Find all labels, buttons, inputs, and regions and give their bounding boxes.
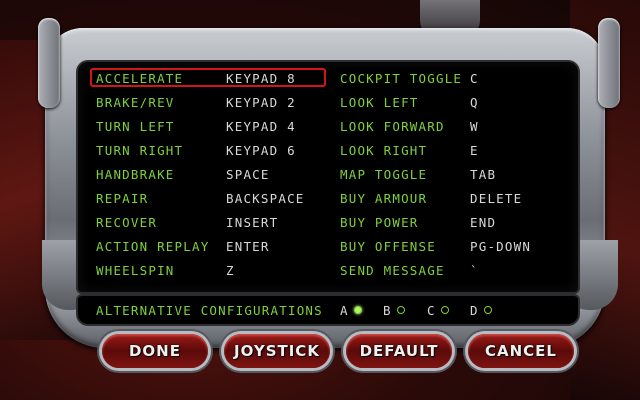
config-option-a-radio[interactable]: [354, 306, 362, 314]
control-key-buy-power[interactable]: End: [470, 215, 496, 230]
control-action-look-left[interactable]: Look Left: [340, 95, 419, 110]
control-key-turn-left[interactable]: Keypad 4: [226, 119, 296, 134]
config-option-d-label[interactable]: D: [470, 303, 478, 318]
done-button[interactable]: DONE: [102, 334, 208, 368]
cancel-button[interactable]: CANCEL: [468, 334, 574, 368]
alternative-configurations-label: Alternative configurations: [96, 303, 323, 318]
control-action-turn-right[interactable]: Turn Right: [96, 143, 183, 158]
control-key-buy-armour[interactable]: Delete: [470, 191, 522, 206]
control-key-brake[interactable]: Keypad 2: [226, 95, 296, 110]
control-key-handbrake[interactable]: Space: [226, 167, 270, 182]
config-option-b-radio[interactable]: [397, 306, 405, 314]
frame-tab-right: [598, 18, 620, 108]
control-action-look-forward[interactable]: Look Forward: [340, 119, 445, 134]
config-option-a-label[interactable]: A: [340, 303, 348, 318]
config-option-c-radio[interactable]: [441, 306, 449, 314]
control-key-wheelspin[interactable]: Z: [226, 263, 235, 278]
default-button[interactable]: DEFAULT: [346, 334, 452, 368]
control-key-look-right[interactable]: E: [470, 143, 479, 158]
control-key-buy-offense[interactable]: PG-Down: [470, 239, 531, 254]
control-action-send-message[interactable]: Send Message: [340, 263, 445, 278]
control-action-buy-offense[interactable]: Buy Offense: [340, 239, 436, 254]
control-key-turn-right[interactable]: Keypad 6: [226, 143, 296, 158]
control-key-action-replay[interactable]: Enter: [226, 239, 270, 254]
control-action-turn-left[interactable]: Turn Left: [96, 119, 175, 134]
joystick-button[interactable]: JOYSTICK: [224, 334, 330, 368]
control-key-send-message[interactable]: `: [470, 263, 479, 278]
control-action-action-replay[interactable]: Action Replay: [96, 239, 209, 254]
control-key-recover[interactable]: Insert: [226, 215, 278, 230]
frame-tab-left: [38, 18, 60, 108]
control-action-cockpit-toggle[interactable]: Cockpit Toggle: [340, 71, 462, 86]
control-action-look-right[interactable]: Look Right: [340, 143, 427, 158]
control-action-buy-armour[interactable]: Buy Armour: [340, 191, 427, 206]
control-action-accelerate[interactable]: Accelerate: [96, 71, 183, 86]
config-option-c-label[interactable]: C: [427, 303, 435, 318]
control-action-wheelspin[interactable]: Wheelspin: [96, 263, 175, 278]
control-key-map-toggle[interactable]: Tab: [470, 167, 496, 182]
control-key-look-left[interactable]: Q: [470, 95, 479, 110]
control-action-brake[interactable]: Brake/Rev: [96, 95, 175, 110]
control-action-repair[interactable]: Repair: [96, 191, 148, 206]
control-action-recover[interactable]: Recover: [96, 215, 157, 230]
control-action-map-toggle[interactable]: Map Toggle: [340, 167, 427, 182]
control-key-repair[interactable]: Backspace: [226, 191, 305, 206]
control-key-look-forward[interactable]: W: [470, 119, 479, 134]
control-key-cockpit-toggle[interactable]: C: [470, 71, 479, 86]
config-option-d-radio[interactable]: [484, 306, 492, 314]
control-action-handbrake[interactable]: Handbrake: [96, 167, 175, 182]
config-option-b-label[interactable]: B: [383, 303, 391, 318]
control-action-buy-power[interactable]: Buy Power: [340, 215, 419, 230]
control-key-accelerate[interactable]: Keypad 8: [226, 71, 296, 86]
